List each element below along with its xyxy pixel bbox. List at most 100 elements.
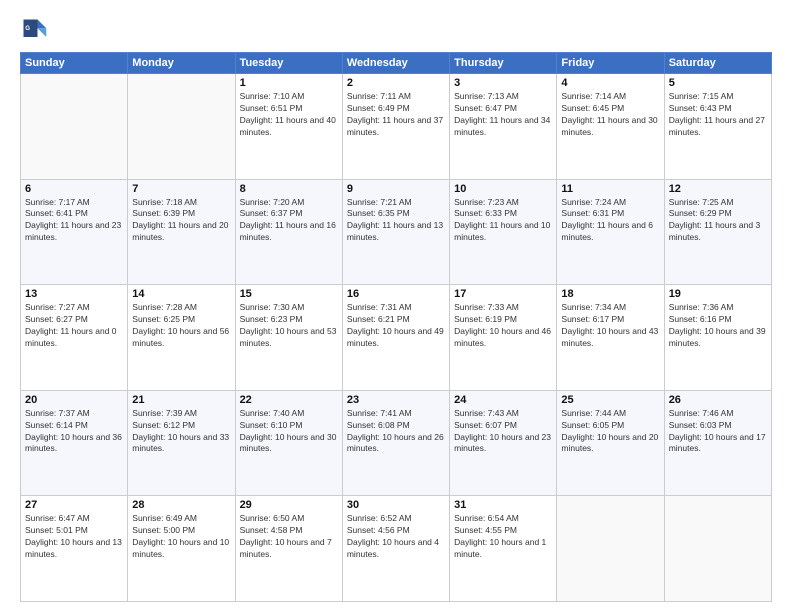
day-number: 2 [347, 77, 445, 89]
day-info: Sunrise: 6:49 AM Sunset: 5:00 PM Dayligh… [132, 513, 230, 561]
day-number: 9 [347, 183, 445, 195]
calendar-cell: 17 Sunrise: 7:33 AM Sunset: 6:19 PM Dayli… [450, 285, 557, 391]
day-number: 5 [669, 77, 767, 89]
calendar-cell: 7 Sunrise: 7:18 AM Sunset: 6:39 PM Daylig… [128, 179, 235, 285]
day-number: 18 [561, 288, 659, 300]
calendar-cell [128, 74, 235, 180]
day-info: Sunrise: 7:20 AM Sunset: 6:37 PM Dayligh… [240, 197, 338, 245]
day-number: 3 [454, 77, 552, 89]
calendar-cell: 24 Sunrise: 7:43 AM Sunset: 6:07 PM Dayli… [450, 390, 557, 496]
calendar-cell [21, 74, 128, 180]
day-info: Sunrise: 7:43 AM Sunset: 6:07 PM Dayligh… [454, 408, 552, 456]
day-info: Sunrise: 7:24 AM Sunset: 6:31 PM Dayligh… [561, 197, 659, 245]
day-info: Sunrise: 7:28 AM Sunset: 6:25 PM Dayligh… [132, 302, 230, 350]
svg-text:G: G [25, 25, 30, 32]
calendar-cell: 12Sunrise: 7:25 AM Sunset: 6:29 PM Dayli… [664, 179, 771, 285]
calendar-cell: 8 Sunrise: 7:20 AM Sunset: 6:37 PM Daylig… [235, 179, 342, 285]
day-info: Sunrise: 7:15 AM Sunset: 6:43 PM Dayligh… [669, 91, 767, 139]
day-number: 4 [561, 77, 659, 89]
calendar-cell: 29 Sunrise: 6:50 AM Sunset: 4:58 PM Dayli… [235, 496, 342, 602]
day-number: 20 [25, 394, 123, 406]
day-number: 26 [669, 394, 767, 406]
day-number: 7 [132, 183, 230, 195]
calendar-cell: 27 Sunrise: 6:47 AM Sunset: 5:01 PM Dayli… [21, 496, 128, 602]
calendar-cell: 25Sunrise: 7:44 AM Sunset: 6:05 PM Dayli… [557, 390, 664, 496]
calendar-cell: 3Sunrise: 7:13 AM Sunset: 6:47 PM Daylig… [450, 74, 557, 180]
day-info: Sunrise: 7:14 AM Sunset: 6:45 PM Dayligh… [561, 91, 659, 139]
day-info: Sunrise: 6:52 AM Sunset: 4:56 PM Dayligh… [347, 513, 445, 561]
day-info: Sunrise: 7:11 AM Sunset: 6:49 PM Dayligh… [347, 91, 445, 139]
calendar-cell [557, 496, 664, 602]
day-number: 27 [25, 499, 123, 511]
calendar-cell: 4 Sunrise: 7:14 AM Sunset: 6:45 PM Daylig… [557, 74, 664, 180]
day-info: Sunrise: 7:34 AM Sunset: 6:17 PM Dayligh… [561, 302, 659, 350]
calendar-week-1: 1Sunrise: 7:10 AM Sunset: 6:51 PM Daylig… [21, 74, 772, 180]
calendar-cell: 6Sunrise: 7:17 AM Sunset: 6:41 PM Daylig… [21, 179, 128, 285]
calendar-table: SundayMondayTuesdayWednesdayThursdayFrid… [20, 52, 772, 602]
weekday-header-saturday: Saturday [664, 53, 771, 74]
calendar-cell: 20 Sunrise: 7:37 AM Sunset: 6:14 PM Dayli… [21, 390, 128, 496]
calendar-cell: 1Sunrise: 7:10 AM Sunset: 6:51 PM Daylig… [235, 74, 342, 180]
calendar-cell: 2 Sunrise: 7:11 AM Sunset: 6:49 PM Daylig… [342, 74, 449, 180]
calendar-cell: 14Sunrise: 7:28 AM Sunset: 6:25 PM Dayli… [128, 285, 235, 391]
day-number: 8 [240, 183, 338, 195]
day-info: Sunrise: 7:18 AM Sunset: 6:39 PM Dayligh… [132, 197, 230, 245]
day-number: 21 [132, 394, 230, 406]
calendar-cell: 30Sunrise: 6:52 AM Sunset: 4:56 PM Dayli… [342, 496, 449, 602]
day-info: Sunrise: 6:47 AM Sunset: 5:01 PM Dayligh… [25, 513, 123, 561]
day-info: Sunrise: 7:30 AM Sunset: 6:23 PM Dayligh… [240, 302, 338, 350]
day-info: Sunrise: 7:44 AM Sunset: 6:05 PM Dayligh… [561, 408, 659, 456]
calendar-cell: 5 Sunrise: 7:15 AM Sunset: 6:43 PM Daylig… [664, 74, 771, 180]
day-number: 24 [454, 394, 552, 406]
day-number: 10 [454, 183, 552, 195]
calendar-cell [664, 496, 771, 602]
day-number: 11 [561, 183, 659, 195]
day-number: 22 [240, 394, 338, 406]
calendar-week-3: 13 Sunrise: 7:27 AM Sunset: 6:27 PM Dayli… [21, 285, 772, 391]
calendar-cell: 11 Sunrise: 7:24 AM Sunset: 6:31 PM Dayli… [557, 179, 664, 285]
day-number: 13 [25, 288, 123, 300]
weekday-header-row: SundayMondayTuesdayWednesdayThursdayFrid… [21, 53, 772, 74]
calendar-cell: 9 Sunrise: 7:21 AM Sunset: 6:35 PM Daylig… [342, 179, 449, 285]
day-number: 19 [669, 288, 767, 300]
calendar-week-2: 6Sunrise: 7:17 AM Sunset: 6:41 PM Daylig… [21, 179, 772, 285]
calendar-week-4: 20 Sunrise: 7:37 AM Sunset: 6:14 PM Dayli… [21, 390, 772, 496]
calendar-cell: 31Sunrise: 6:54 AM Sunset: 4:55 PM Dayli… [450, 496, 557, 602]
day-info: Sunrise: 7:31 AM Sunset: 6:21 PM Dayligh… [347, 302, 445, 350]
calendar-cell: 19 Sunrise: 7:36 AM Sunset: 6:16 PM Dayli… [664, 285, 771, 391]
day-number: 17 [454, 288, 552, 300]
day-info: Sunrise: 7:17 AM Sunset: 6:41 PM Dayligh… [25, 197, 123, 245]
day-number: 28 [132, 499, 230, 511]
calendar-cell: 18 Sunrise: 7:34 AM Sunset: 6:17 PM Dayli… [557, 285, 664, 391]
day-info: Sunrise: 6:50 AM Sunset: 4:58 PM Dayligh… [240, 513, 338, 561]
calendar-cell: 22 Sunrise: 7:40 AM Sunset: 6:10 PM Dayli… [235, 390, 342, 496]
weekday-header-friday: Friday [557, 53, 664, 74]
day-info: Sunrise: 7:27 AM Sunset: 6:27 PM Dayligh… [25, 302, 123, 350]
weekday-header-wednesday: Wednesday [342, 53, 449, 74]
day-number: 29 [240, 499, 338, 511]
calendar-cell: 26 Sunrise: 7:46 AM Sunset: 6:03 PM Dayli… [664, 390, 771, 496]
day-number: 15 [240, 288, 338, 300]
day-info: Sunrise: 7:23 AM Sunset: 6:33 PM Dayligh… [454, 197, 552, 245]
day-number: 23 [347, 394, 445, 406]
calendar-cell: 21Sunrise: 7:39 AM Sunset: 6:12 PM Dayli… [128, 390, 235, 496]
weekday-header-monday: Monday [128, 53, 235, 74]
logo-icon: G [20, 16, 48, 44]
calendar-cell: 15 Sunrise: 7:30 AM Sunset: 6:23 PM Dayli… [235, 285, 342, 391]
day-info: Sunrise: 7:33 AM Sunset: 6:19 PM Dayligh… [454, 302, 552, 350]
calendar-cell: 23Sunrise: 7:41 AM Sunset: 6:08 PM Dayli… [342, 390, 449, 496]
day-info: Sunrise: 7:37 AM Sunset: 6:14 PM Dayligh… [25, 408, 123, 456]
calendar-cell: 16 Sunrise: 7:31 AM Sunset: 6:21 PM Dayli… [342, 285, 449, 391]
day-info: Sunrise: 7:21 AM Sunset: 6:35 PM Dayligh… [347, 197, 445, 245]
day-info: Sunrise: 7:40 AM Sunset: 6:10 PM Dayligh… [240, 408, 338, 456]
day-info: Sunrise: 7:25 AM Sunset: 6:29 PM Dayligh… [669, 197, 767, 245]
day-number: 1 [240, 77, 338, 89]
day-info: Sunrise: 7:46 AM Sunset: 6:03 PM Dayligh… [669, 408, 767, 456]
weekday-header-thursday: Thursday [450, 53, 557, 74]
day-info: Sunrise: 7:36 AM Sunset: 6:16 PM Dayligh… [669, 302, 767, 350]
calendar-cell: 10 Sunrise: 7:23 AM Sunset: 6:33 PM Dayli… [450, 179, 557, 285]
weekday-header-tuesday: Tuesday [235, 53, 342, 74]
day-number: 16 [347, 288, 445, 300]
logo: G [20, 16, 52, 44]
calendar-week-5: 27 Sunrise: 6:47 AM Sunset: 5:01 PM Dayli… [21, 496, 772, 602]
